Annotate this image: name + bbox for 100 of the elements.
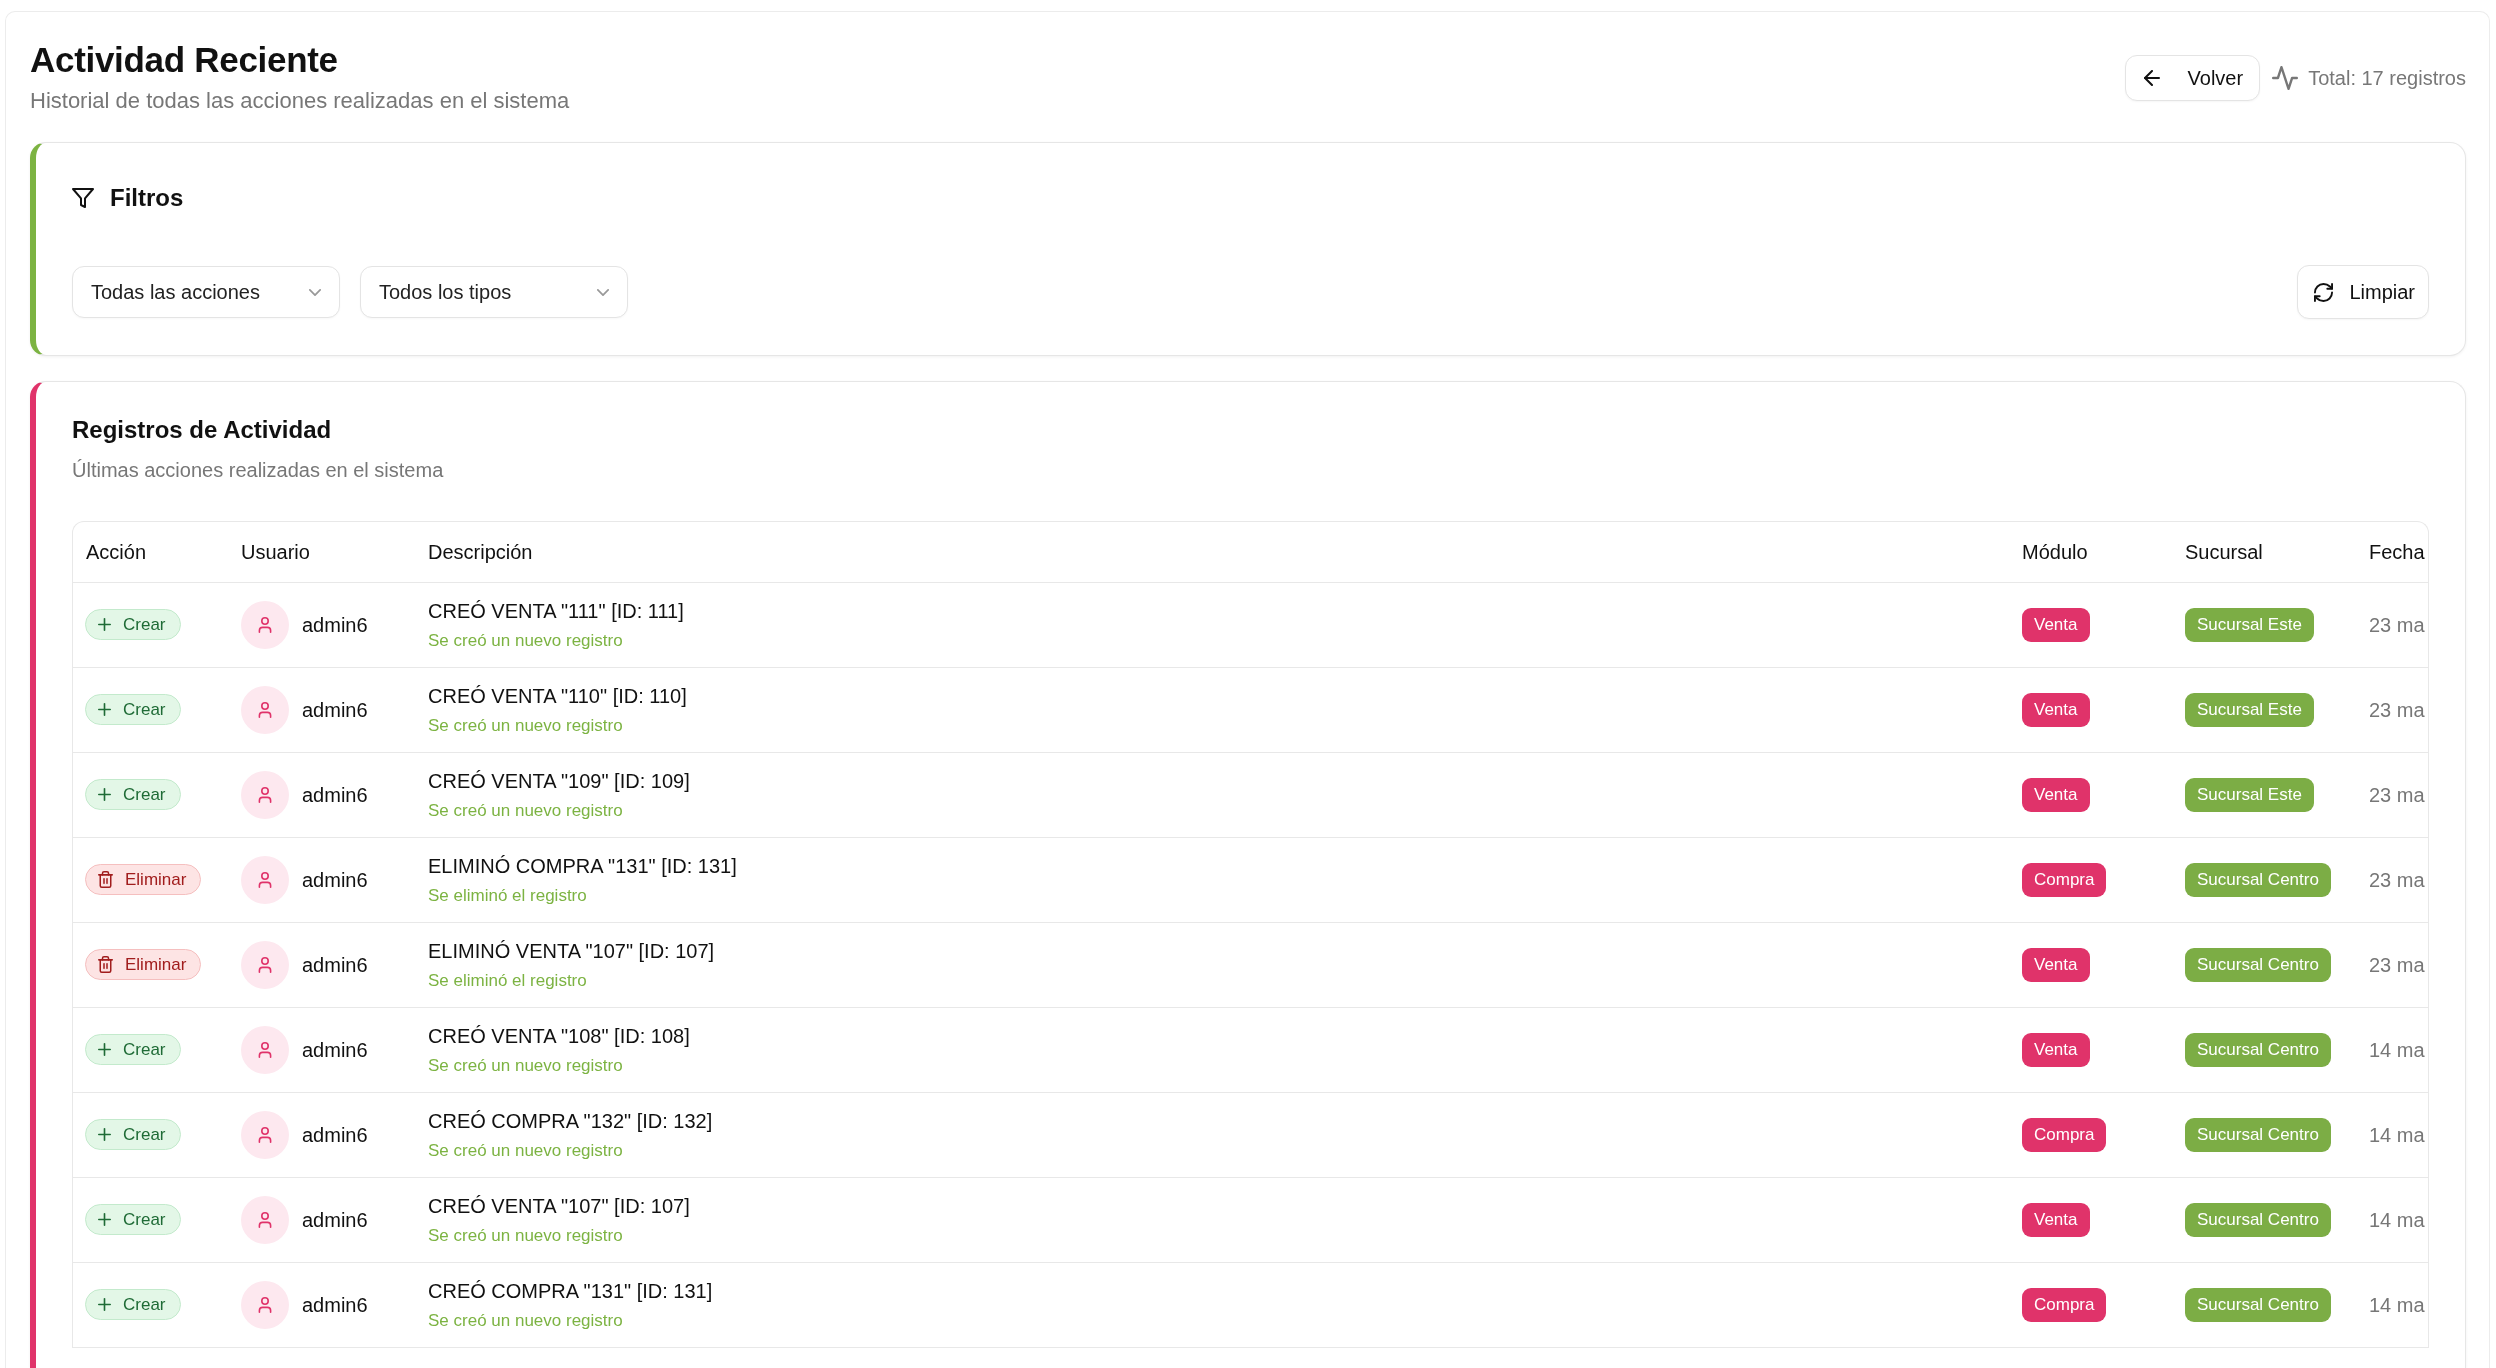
plus-icon — [98, 703, 111, 716]
column-header: Descripción — [414, 522, 2008, 582]
action-label: Crear — [123, 1038, 166, 1061]
branch-tag: Sucursal Este — [2185, 777, 2314, 812]
module-tag: Venta — [2022, 692, 2090, 727]
detail-text: Se creó un nuevo registro — [428, 1054, 624, 1077]
detail-text: Se creó un nuevo registro — [428, 799, 624, 822]
detail-text: Se creó un nuevo registro — [428, 629, 624, 652]
branch-tag: Sucursal Centro — [2185, 947, 2331, 982]
column-header: Módulo — [2008, 522, 2171, 582]
user-name: admin6 — [302, 782, 368, 808]
column-header: Usuario — [227, 522, 414, 582]
description-text: CREÓ COMPRA "131" [ID: 131] — [428, 1278, 714, 1304]
trash-icon — [98, 871, 113, 888]
plus-icon — [98, 618, 111, 631]
description-text: CREÓ COMPRA "132" [ID: 132] — [428, 1108, 714, 1134]
refresh-icon — [2314, 282, 2334, 302]
user-name: admin6 — [302, 1122, 368, 1148]
module-tag: Venta — [2022, 1202, 2090, 1237]
user-name: admin6 — [302, 1037, 368, 1063]
avatar-icon — [241, 855, 289, 904]
date-cell: 23 ma — [2355, 582, 2428, 667]
branch-tag: Sucursal Centro — [2185, 1202, 2331, 1237]
date-cell: 23 ma — [2355, 667, 2428, 752]
action-label: Crear — [123, 1293, 166, 1316]
plus-icon — [98, 1128, 111, 1141]
avatar-icon — [241, 1280, 289, 1329]
date-cell: 14 ma — [2355, 1092, 2428, 1177]
clear-button[interactable]: Limpiar — [2297, 265, 2429, 319]
branch-tag: Sucursal Este — [2185, 607, 2314, 642]
avatar-icon — [241, 685, 289, 734]
branch-tag: Sucursal Centro — [2185, 1032, 2331, 1067]
column-header: Fecha — [2355, 522, 2428, 582]
date-cell: 23 ma — [2355, 837, 2428, 922]
column-header: Acción — [73, 522, 227, 582]
detail-text: Se creó un nuevo registro — [428, 1309, 624, 1332]
branch-tag: Sucursal Centro — [2185, 1287, 2331, 1322]
plus-icon — [98, 788, 111, 801]
action-label: Crear — [123, 698, 166, 721]
chevron-down-icon — [309, 288, 321, 296]
plus-icon — [98, 1043, 111, 1056]
action-label: Crear — [123, 1123, 166, 1146]
date-cell: 14 ma — [2355, 1007, 2428, 1092]
plus-icon — [98, 1298, 111, 1311]
chevron-down-icon — [597, 288, 609, 296]
avatar-icon — [241, 1195, 289, 1244]
user-name: admin6 — [302, 952, 368, 978]
description-text: CREÓ VENTA "108" [ID: 108] — [428, 1023, 691, 1049]
user-name: admin6 — [302, 697, 368, 723]
module-tag: Venta — [2022, 947, 2090, 982]
action-label: Eliminar — [125, 953, 187, 976]
branch-tag: Sucursal Centro — [2185, 862, 2331, 897]
page-title: Actividad Reciente — [30, 39, 339, 81]
avatar-icon — [241, 940, 289, 989]
module-tag: Venta — [2022, 1032, 2090, 1067]
arrow-left-icon — [2143, 70, 2160, 86]
detail-text: Se creó un nuevo registro — [428, 714, 624, 737]
module-tag: Compra — [2022, 1287, 2107, 1322]
branch-tag: Sucursal Este — [2185, 692, 2314, 727]
trash-icon — [98, 956, 113, 973]
avatar-icon — [241, 1110, 289, 1159]
description-text: CREÓ VENTA "111" [ID: 111] — [428, 598, 685, 624]
detail-text: Se creó un nuevo registro — [428, 1224, 624, 1247]
total-count: Total: 17 registros — [2308, 66, 2466, 91]
description-text: ELIMINÓ VENTA "107" [ID: 107] — [428, 938, 716, 964]
module-tag: Compra — [2022, 1117, 2107, 1152]
date-cell: 14 ma — [2355, 1177, 2428, 1262]
filter-icon — [72, 188, 94, 208]
module-tag: Compra — [2022, 862, 2107, 897]
action-label: Eliminar — [125, 868, 187, 891]
user-name: admin6 — [302, 867, 368, 893]
action-label: Crear — [123, 783, 166, 806]
page-subtitle: Historial de todas las acciones realizadas en el sistema — [30, 87, 570, 115]
filter-dropdown[interactable]: Todos los tipos — [360, 266, 628, 318]
plus-icon — [98, 1213, 111, 1226]
panel-title: Filtros — [110, 183, 184, 213]
back-button[interactable]: Volver — [2124, 55, 2261, 101]
branch-tag: Sucursal Centro — [2185, 1117, 2331, 1152]
user-name: admin6 — [302, 1292, 368, 1318]
description-text: CREÓ VENTA "110" [ID: 110] — [428, 683, 688, 709]
description-text: CREÓ VENTA "107" [ID: 107] — [428, 1193, 691, 1219]
description-text: ELIMINÓ COMPRA "131" [ID: 131] — [428, 853, 738, 879]
date-cell: 23 ma — [2355, 752, 2428, 837]
user-name: admin6 — [302, 1207, 368, 1233]
module-tag: Venta — [2022, 607, 2090, 642]
module-tag: Venta — [2022, 777, 2090, 812]
filter-dropdown[interactable]: Todas las acciones — [72, 266, 340, 318]
pulse-icon — [2272, 66, 2299, 90]
avatar-icon — [241, 770, 289, 819]
action-label: Crear — [123, 1208, 166, 1231]
date-cell: 23 ma — [2355, 922, 2428, 1007]
detail-text: Se eliminó el registro — [428, 969, 588, 992]
user-name: admin6 — [302, 612, 368, 638]
detail-text: Se creó un nuevo registro — [428, 1139, 624, 1162]
avatar-icon — [241, 1025, 289, 1074]
action-label: Crear — [123, 613, 166, 636]
detail-text: Se eliminó el registro — [428, 884, 588, 907]
panel-title: Registros de Actividad — [72, 415, 333, 445]
panel-subtitle: Últimas acciones realizadas en el sistema — [72, 458, 445, 483]
date-cell: 14 ma — [2355, 1262, 2428, 1347]
